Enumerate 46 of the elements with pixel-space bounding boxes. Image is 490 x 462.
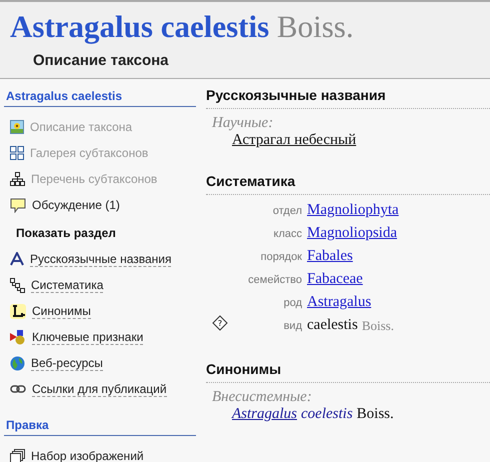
- taxon-name: caelestis: [307, 317, 358, 334]
- section-title: Русскоязычные названия: [206, 87, 490, 109]
- taxon-title: Astragalus caelestis: [10, 9, 270, 44]
- taxon-link[interactable]: Fabales: [307, 248, 353, 265]
- rank-label: класс: [272, 228, 302, 240]
- letter-icon: [10, 304, 26, 318]
- group-label: Внесистемные:: [212, 389, 313, 406]
- russian-name-link[interactable]: Астрагал небесный: [232, 132, 356, 148]
- hierarchy-icon: [10, 278, 25, 292]
- group-label: Научные:: [212, 115, 274, 132]
- shapes-icon: [10, 330, 26, 344]
- picture-icon: [10, 120, 24, 134]
- taxon-link[interactable]: Astragalus: [307, 294, 372, 311]
- section-link[interactable]: Синонимы: [32, 304, 91, 318]
- section-link[interactable]: Систематика: [31, 278, 104, 292]
- section-link[interactable]: Ключевые признаки: [32, 330, 144, 344]
- section-title: Систематика: [206, 173, 490, 195]
- rank-label: семейство: [247, 274, 302, 286]
- link-icon: [10, 384, 26, 394]
- hierarchy-icon: [10, 172, 25, 186]
- help-icon[interactable]: ?: [212, 315, 228, 331]
- genus-link[interactable]: Astragalus: [232, 406, 298, 422]
- rank-label: вид: [282, 320, 302, 332]
- rank-label: род: [282, 296, 302, 308]
- taxon-author: Boiss.: [362, 318, 394, 334]
- grid-icon: [10, 146, 24, 160]
- section-heading: Показать раздел: [16, 226, 117, 240]
- sidebar-link[interactable]: Обсуждение (1): [32, 198, 120, 212]
- globe-icon: [10, 356, 25, 370]
- rank-label: отдел: [272, 204, 302, 216]
- speech-bubble-icon: [10, 198, 26, 212]
- section-title: Синонимы: [206, 361, 490, 383]
- section-link[interactable]: Русскоязычные названия: [30, 252, 172, 266]
- taxon-link[interactable]: Magnoliopsida: [307, 225, 397, 242]
- synonym-author: Boiss.: [356, 406, 394, 422]
- rank-label: порядок: [260, 250, 302, 262]
- sidebar-heading: Правка: [4, 418, 196, 436]
- sidebar-heading: Astragalus caelestis: [4, 89, 196, 107]
- letter-icon: [10, 252, 24, 266]
- section-link[interactable]: Ссылки для публикаций: [32, 382, 167, 396]
- synonym-epithet: coelestis: [301, 406, 353, 422]
- page-subtitle: Описание таксона: [33, 52, 170, 69]
- taxon-author: Boiss.: [276, 9, 354, 44]
- taxon-link[interactable]: Magnoliophyta: [307, 202, 399, 219]
- section-link[interactable]: Веб-ресурсы: [31, 356, 103, 370]
- taxon-link[interactable]: Fabaceae: [307, 271, 363, 288]
